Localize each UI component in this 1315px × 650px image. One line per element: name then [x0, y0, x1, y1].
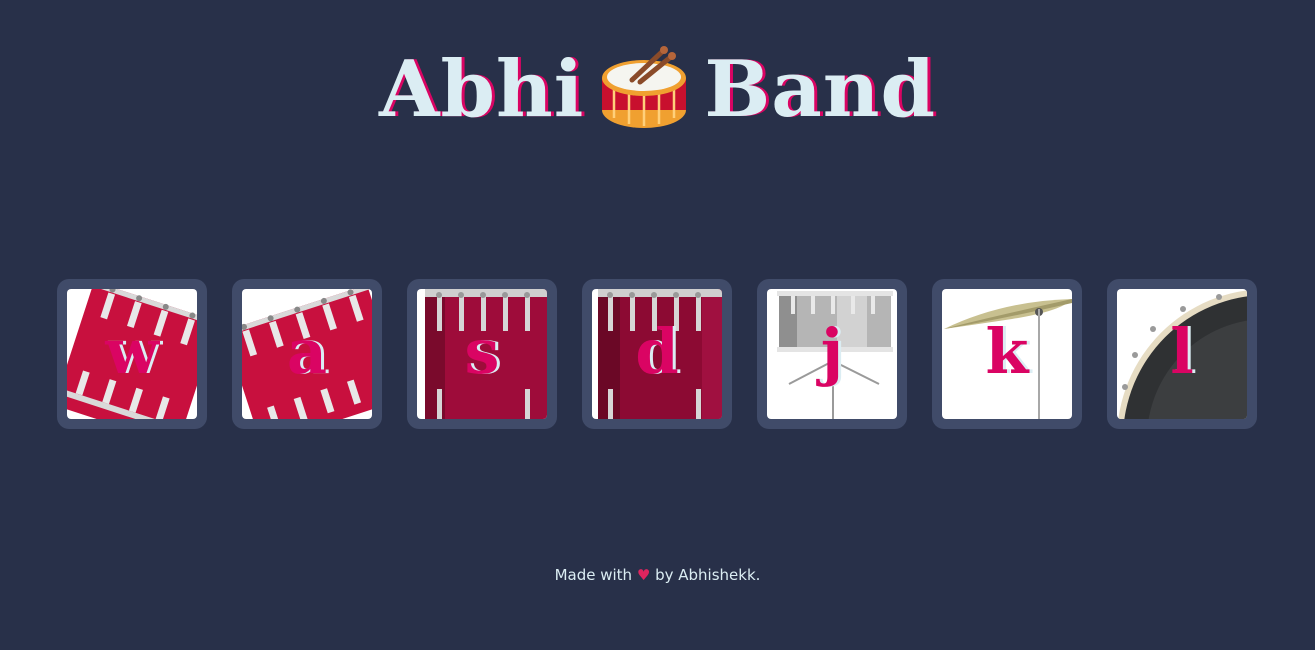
drum-l-key: l [1170, 315, 1194, 388]
drum-d[interactable]: d [582, 279, 732, 429]
drum-j[interactable]: j [757, 279, 907, 429]
page-title: Abhi Band [0, 40, 1315, 140]
drum-k-key: k [985, 315, 1029, 388]
drum-l[interactable]: l [1107, 279, 1257, 429]
drum-a-key: a [286, 315, 328, 388]
drum-l-face: l [1117, 289, 1247, 419]
drum-s-key: s [464, 315, 500, 388]
drum-a-face: a [242, 289, 372, 419]
drum-w-key: w [105, 315, 159, 388]
drum-d-face: d [592, 289, 722, 419]
drum-k-face: k [942, 289, 1072, 419]
drum-j-face: j [767, 289, 897, 419]
drum-k[interactable]: k [932, 279, 1082, 429]
drum-s-face: s [417, 289, 547, 419]
footer-prefix: Made with [554, 566, 633, 584]
drum-d-key: d [635, 315, 679, 388]
heart-icon: ♥ [636, 566, 651, 584]
title-left: Abhi [378, 44, 585, 135]
title-right: Band [704, 44, 937, 135]
footer: Made with ♥ by Abhishekk. [0, 566, 1315, 584]
drum-a[interactable]: a [232, 279, 382, 429]
drum-set: w a s d j k l [57, 279, 1257, 429]
drum-w[interactable]: w [57, 279, 207, 429]
footer-suffix: by Abhishekk. [655, 566, 761, 584]
drum-j-key: j [820, 315, 844, 388]
drum-icon [602, 46, 687, 128]
drum-s[interactable]: s [407, 279, 557, 429]
drum-w-face: w [67, 289, 197, 419]
